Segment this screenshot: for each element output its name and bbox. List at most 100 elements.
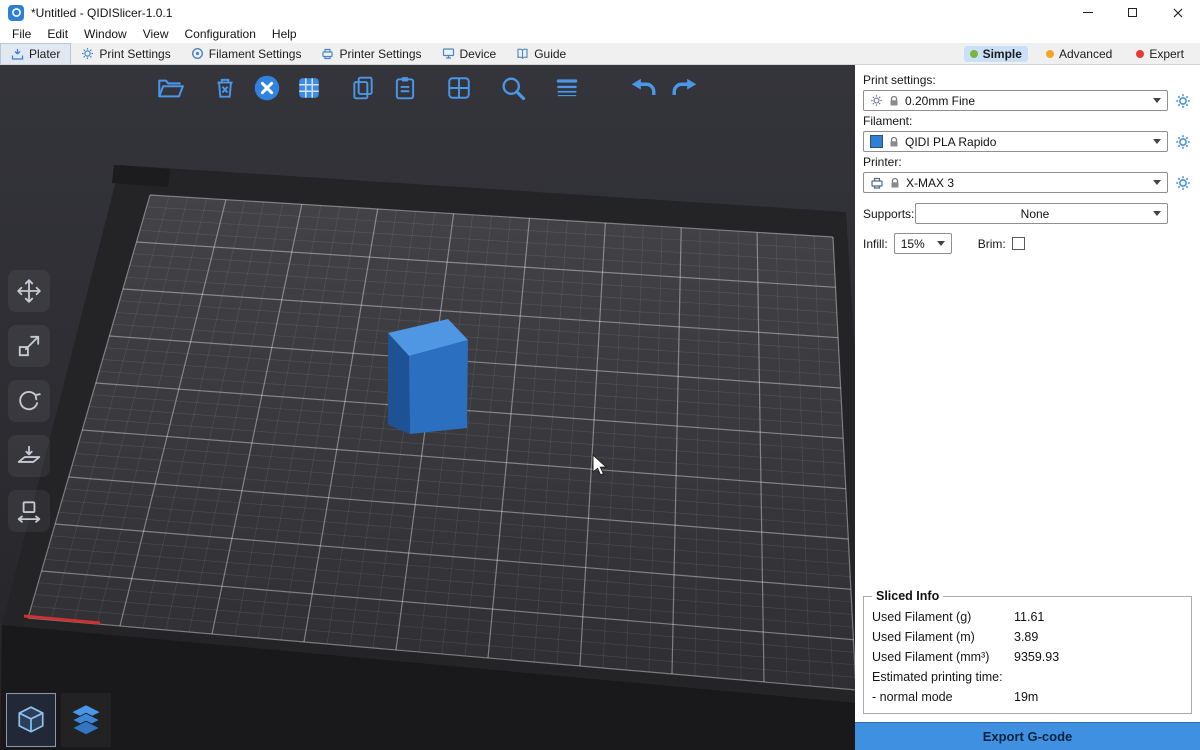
- editor-view-icon[interactable]: [6, 693, 56, 747]
- arrange-icon[interactable]: [291, 70, 327, 106]
- combo-dropdown-arrow: [1153, 180, 1161, 185]
- tab-printer-settings[interactable]: Printer Settings: [311, 43, 431, 64]
- book-icon: [516, 47, 529, 60]
- mode-simple[interactable]: Simple: [964, 46, 1028, 62]
- menu-view[interactable]: View: [135, 26, 177, 42]
- sliced-info-row: Used Filament (mm³) 9359.93: [872, 650, 1183, 664]
- tab-label: Printer Settings: [339, 47, 421, 61]
- menubar: File Edit Window View Configuration Help: [0, 25, 1200, 43]
- sliced-info-panel: Sliced Info Used Filament (g) 11.61 Used…: [863, 589, 1192, 714]
- lock-icon: [888, 136, 900, 148]
- sliced-info-row: Used Filament (g) 11.61: [872, 610, 1183, 624]
- edit-filament-gear-icon[interactable]: [1174, 133, 1192, 151]
- combo-dropdown-arrow: [1153, 139, 1161, 144]
- close-icon[interactable]: [1155, 0, 1200, 25]
- filament-combo[interactable]: QIDI PLA Rapido: [863, 131, 1168, 152]
- view-switch: [6, 693, 111, 747]
- window-controls: [1065, 0, 1200, 25]
- infill-value: 15%: [901, 237, 932, 251]
- redo-icon[interactable]: [667, 70, 703, 106]
- monitor-icon: [442, 47, 455, 60]
- mode-switch: Simple Advanced Expert: [964, 43, 1200, 64]
- mode-label: Expert: [1149, 47, 1184, 61]
- tab-filament-settings[interactable]: Filament Settings: [181, 43, 312, 64]
- sliced-info-row: Estimated printing time:: [872, 670, 1183, 684]
- open-icon[interactable]: [153, 70, 189, 106]
- app-icon: [8, 5, 24, 21]
- export-gcode-button[interactable]: Export G-code: [855, 722, 1200, 750]
- delete-all-icon[interactable]: [249, 70, 285, 106]
- sliced-info-row: Used Filament (m) 3.89: [872, 630, 1183, 644]
- delete-icon[interactable]: [207, 70, 243, 106]
- filament-swatch: [870, 135, 883, 148]
- menu-file[interactable]: File: [4, 26, 39, 42]
- layer-height-icon[interactable]: [549, 70, 585, 106]
- tab-label: Guide: [534, 47, 566, 61]
- move-icon[interactable]: [8, 270, 50, 312]
- gizmo-toolbar: [8, 270, 50, 532]
- printer-icon: [870, 176, 884, 190]
- expert-mode-dot-icon: [1136, 50, 1144, 58]
- infill-label: Infill:: [863, 237, 888, 251]
- brim-label: Brim:: [978, 237, 1006, 251]
- printer-combo[interactable]: X-MAX 3: [863, 172, 1168, 193]
- paste-icon[interactable]: [387, 70, 423, 106]
- plater-icon: [11, 48, 24, 61]
- rotate-icon[interactable]: [8, 380, 50, 422]
- viewport[interactable]: [0, 65, 855, 750]
- menu-edit[interactable]: Edit: [39, 26, 76, 42]
- print-settings-label: Print settings:: [863, 73, 1192, 87]
- window-title: *Untitled - QIDISlicer-1.0.1: [31, 6, 172, 20]
- menu-window[interactable]: Window: [76, 26, 135, 42]
- supports-combo[interactable]: None: [915, 203, 1168, 224]
- menu-help[interactable]: Help: [264, 26, 305, 42]
- tab-device[interactable]: Device: [432, 43, 507, 64]
- mode-expert[interactable]: Expert: [1130, 46, 1190, 62]
- tabbar: Plater Print Settings Filament Settings …: [0, 43, 1200, 65]
- maximize-icon[interactable]: [1110, 0, 1155, 25]
- place-on-face-icon[interactable]: [8, 435, 50, 477]
- gear-icon: [81, 47, 94, 60]
- tab-guide[interactable]: Guide: [506, 43, 576, 64]
- tab-plater[interactable]: Plater: [0, 43, 71, 64]
- tab-label: Device: [460, 47, 497, 61]
- brim-checkbox[interactable]: [1012, 237, 1025, 250]
- menu-configuration[interactable]: Configuration: [177, 26, 264, 42]
- split-icon[interactable]: [441, 70, 477, 106]
- measure-icon[interactable]: [8, 490, 50, 532]
- mode-label: Simple: [983, 47, 1022, 61]
- minimize-icon[interactable]: [1065, 0, 1110, 25]
- combo-dropdown-arrow: [937, 241, 945, 246]
- supports-value: None: [922, 207, 1148, 221]
- sliced-info-title: Sliced Info: [872, 589, 943, 603]
- printer-icon: [321, 47, 334, 60]
- preview-layers-icon[interactable]: [61, 693, 111, 747]
- filament-value: QIDI PLA Rapido: [905, 135, 1148, 149]
- preset-gear-icon: [870, 94, 883, 107]
- print-settings-combo[interactable]: 0.20mm Fine: [863, 90, 1168, 111]
- model-cube-front-face: [409, 340, 468, 434]
- supports-label: Supports:: [863, 207, 915, 221]
- sidebar: Print settings: 0.20mm Fine: [855, 65, 1200, 750]
- infill-combo[interactable]: 15%: [894, 233, 952, 254]
- viewport-canvas[interactable]: [0, 65, 855, 750]
- titlebar: *Untitled - QIDISlicer-1.0.1: [0, 0, 1200, 25]
- lock-icon: [889, 177, 901, 189]
- printer-value: X-MAX 3: [906, 176, 1148, 190]
- edit-print-settings-gear-icon[interactable]: [1174, 92, 1192, 110]
- lock-icon: [888, 95, 900, 107]
- main-area: Print settings: 0.20mm Fine: [0, 65, 1200, 750]
- search-icon[interactable]: [495, 70, 531, 106]
- undo-icon[interactable]: [625, 70, 661, 106]
- filament-label: Filament:: [863, 114, 1192, 128]
- filament-icon: [191, 47, 204, 60]
- advanced-mode-dot-icon: [1046, 50, 1054, 58]
- simple-mode-dot-icon: [970, 50, 978, 58]
- mode-advanced[interactable]: Advanced: [1040, 46, 1118, 62]
- mode-label: Advanced: [1059, 47, 1112, 61]
- scale-icon[interactable]: [8, 325, 50, 367]
- edit-printer-gear-icon[interactable]: [1174, 174, 1192, 192]
- tab-print-settings[interactable]: Print Settings: [71, 43, 180, 64]
- copy-icon[interactable]: [345, 70, 381, 106]
- printer-label: Printer:: [863, 155, 1192, 169]
